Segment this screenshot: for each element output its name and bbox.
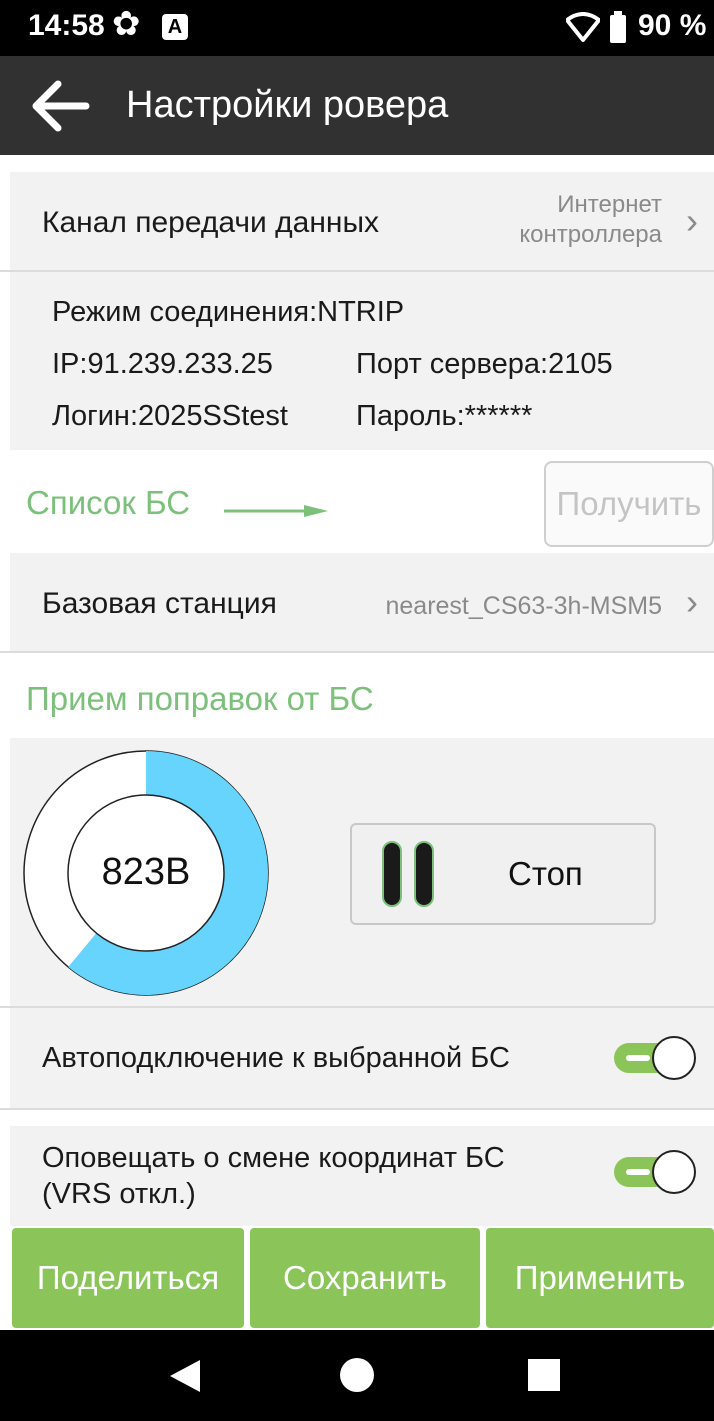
page-title: Настройки ровера	[126, 84, 449, 126]
status-bar: 14:58 ✿ A 90 %	[0, 0, 714, 56]
back-nav-icon[interactable]	[168, 1358, 202, 1399]
connection-mode: Режим соединения:NTRIP	[52, 296, 405, 328]
data-channel-value-line2: контроллера	[519, 221, 662, 248]
stop-button-label: Стоп	[508, 855, 583, 892]
notify-coords-label-line2: (VRS откл.)	[42, 1178, 196, 1210]
connection-info-panel: Режим соединения:NTRIP IP:91.239.233.25 …	[10, 272, 714, 450]
data-received-donut: 823B	[22, 749, 270, 1002]
app-bar: Настройки ровера	[0, 56, 714, 155]
arrow-left-icon[interactable]	[30, 80, 90, 132]
pause-icon-bar	[414, 841, 434, 907]
gear-icon: ✿	[112, 5, 141, 43]
data-channel-value-line1: Интернет	[557, 191, 662, 218]
data-channel-label: Канал передачи данных	[42, 206, 380, 239]
connection-ip: IP:91.239.233.25	[52, 348, 273, 380]
a-icon: A	[162, 14, 188, 40]
recents-nav-icon[interactable]	[528, 1359, 560, 1391]
auto-connect-toggle[interactable]	[614, 1036, 696, 1080]
data-channel-row[interactable]: Канал передачи данных Интернет контролле…	[10, 172, 714, 270]
wifi-icon	[565, 12, 601, 47]
notify-coords-row[interactable]: Оповещать о смене координат БС (VRS откл…	[10, 1126, 714, 1226]
connection-port: Порт сервера:2105	[356, 348, 613, 380]
notify-coords-label-line1: Оповещать о смене координат БС	[42, 1142, 505, 1174]
base-station-value: nearest_CS63-3h-MSM5	[385, 592, 662, 620]
pause-icon-bar	[382, 841, 402, 907]
stop-button[interactable]: Стоп	[350, 823, 656, 925]
battery-percent: 90 %	[638, 9, 707, 42]
save-button[interactable]: Сохранить	[250, 1228, 480, 1328]
divider	[0, 651, 714, 653]
connection-login: Логин:2025SStest	[52, 400, 288, 432]
auto-connect-label: Автоподключение к выбранной БС	[42, 1042, 510, 1074]
apply-button[interactable]: Применить	[486, 1228, 714, 1328]
base-station-label: Базовая станция	[42, 587, 277, 620]
divider	[0, 1108, 714, 1110]
navigation-bar	[0, 1330, 714, 1421]
data-received-value: 823B	[101, 851, 191, 893]
bs-list-label: Список БС	[26, 484, 191, 521]
corrections-title: Прием поправок от БС	[26, 680, 374, 717]
chevron-right-icon: ›	[686, 581, 698, 622]
base-station-row[interactable]: Базовая станция nearest_CS63-3h-MSM5 ›	[10, 553, 714, 651]
arrow-right-icon	[224, 504, 330, 523]
chevron-right-icon: ›	[686, 200, 698, 241]
notify-coords-label: Оповещать о смене координат БС (VRS откл…	[42, 1140, 505, 1212]
data-channel-value: Интернет контроллера	[519, 190, 662, 250]
auto-connect-row[interactable]: Автоподключение к выбранной БС	[10, 1008, 714, 1108]
get-button[interactable]: Получить	[544, 461, 714, 547]
home-nav-icon[interactable]	[340, 1358, 374, 1392]
battery-icon	[610, 11, 626, 43]
connection-password: Пароль:******	[356, 400, 533, 432]
status-time: 14:58	[28, 9, 105, 42]
notify-coords-toggle[interactable]	[614, 1150, 696, 1194]
share-button[interactable]: Поделиться	[12, 1228, 244, 1328]
